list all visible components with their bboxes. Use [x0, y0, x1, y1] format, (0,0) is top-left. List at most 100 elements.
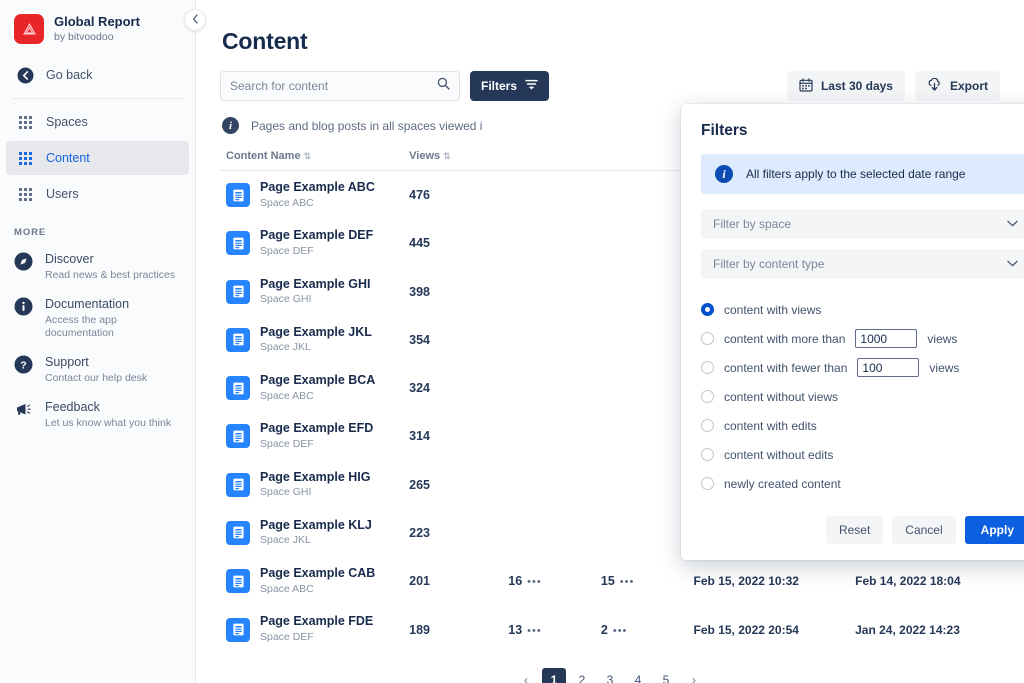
date-range-button[interactable]: Last 30 days	[786, 71, 905, 101]
svg-text:?: ?	[20, 360, 26, 372]
radio-button[interactable]	[701, 448, 714, 461]
cell-content-name[interactable]: Page Example HIG Space GHI	[220, 461, 403, 509]
filter-by-content-type-select[interactable]: Filter by content type	[701, 249, 1024, 279]
sort-icon: ⇅	[443, 151, 451, 161]
content-name-label: Page Example EFD	[260, 421, 374, 436]
views-value: 476	[409, 188, 430, 203]
radio-button[interactable]	[701, 477, 714, 490]
sidebar-item-content[interactable]: Content	[6, 141, 189, 175]
page-document-icon	[226, 231, 250, 256]
cell-content-name[interactable]: Page Example CAB Space ABC	[220, 557, 403, 605]
pagination-prev-button[interactable]: ‹	[514, 668, 538, 683]
sidebar-item-spaces[interactable]: Spaces	[6, 105, 189, 139]
filter-option-value-input[interactable]	[857, 358, 920, 377]
sidebar-item-support[interactable]: ? Support Contact our help desk	[0, 347, 195, 392]
search-input[interactable]	[230, 79, 437, 93]
filter-by-space-select[interactable]: Filter by space	[701, 209, 1024, 239]
cell-last-viewed: Feb 15, 2022 20:54	[688, 605, 850, 653]
pagination-page-3[interactable]: 3	[598, 668, 622, 683]
cell-content-name[interactable]: Page Example FDE Space DEF	[220, 605, 403, 653]
column-header-views[interactable]: Views ⇅	[403, 146, 503, 171]
app-root: Global Report by bitvoodoo Go back Space…	[0, 0, 1024, 683]
sidebar-more-heading: MORE	[14, 227, 47, 238]
edits-more-icon[interactable]: •••	[613, 625, 628, 637]
cell-content-name[interactable]: Page Example KLJ Space JKL	[220, 509, 403, 557]
content-name-label: Page Example GHI	[260, 276, 371, 291]
reset-button[interactable]: Reset	[825, 516, 884, 544]
cell-last-viewed: Feb 15, 2022 10:32	[688, 557, 850, 605]
grid-icon	[16, 187, 34, 201]
radio-button[interactable]	[701, 361, 714, 374]
viewers-more-icon[interactable]: •••	[527, 576, 542, 588]
column-header-viewers[interactable]	[502, 146, 595, 171]
last-modified-value: Jan 24, 2022 14:23	[855, 622, 960, 637]
sidebar-documentation-desc: Access the app documentation	[45, 313, 117, 340]
search-box[interactable]	[220, 71, 460, 101]
column-header-content-name[interactable]: Content Name ⇅	[220, 146, 404, 171]
cell-content-name[interactable]: Page Example EFD Space DEF	[220, 412, 403, 460]
filter-option-4[interactable]: content with edits	[701, 411, 1024, 440]
content-name-label: Page Example KLJ	[260, 517, 372, 532]
arrow-left-circle-icon	[16, 67, 34, 84]
page-document-icon	[226, 569, 250, 594]
cell-content-name[interactable]: Page Example DEF Space DEF	[220, 219, 403, 267]
sidebar-item-go-back[interactable]: Go back	[6, 58, 189, 92]
chevron-down-icon	[1007, 219, 1018, 230]
cell-content-name[interactable]: Page Example GHI Space GHI	[220, 268, 403, 316]
cell-views: 201	[403, 557, 502, 605]
filter-option-0[interactable]: content with views	[701, 295, 1024, 324]
radio-button[interactable]	[701, 419, 714, 432]
sidebar-item-feedback[interactable]: Feedback Let us know what you think	[0, 392, 195, 437]
pagination-page-4[interactable]: 4	[626, 668, 650, 683]
viewers-more-icon[interactable]: •••	[527, 625, 542, 637]
sidebar-footer	[0, 674, 195, 683]
content-space-label: Space JKL	[260, 341, 311, 354]
filter-option-value-input[interactable]	[855, 329, 918, 348]
pagination-page-2[interactable]: 2	[570, 668, 594, 683]
export-button[interactable]: Export	[914, 71, 1000, 101]
views-value: 324	[409, 381, 430, 396]
brand[interactable]: Global Report by bitvoodoo	[0, 0, 195, 56]
cell-content-name[interactable]: Page Example JKL Space JKL	[220, 316, 403, 364]
column-header-edits[interactable]	[594, 146, 688, 171]
edits-more-icon[interactable]: •••	[620, 576, 635, 588]
filter-option-1[interactable]: content with more than views	[701, 324, 1024, 353]
radio-button[interactable]	[701, 332, 714, 345]
search-icon	[437, 77, 450, 95]
info-circle-icon: i	[222, 117, 239, 134]
cell-viewers	[502, 364, 595, 412]
filter-option-6[interactable]: newly created content	[701, 469, 1024, 498]
cell-content-name[interactable]: Page Example BCA Space ABC	[220, 364, 403, 412]
apply-button[interactable]: Apply	[964, 516, 1024, 544]
sidebar-item-documentation[interactable]: Documentation Access the app documentati…	[0, 289, 195, 347]
content-space-label: Space DEF	[260, 244, 314, 257]
page-document-icon	[226, 424, 250, 449]
column-header-views-label: Views	[409, 150, 441, 162]
filter-option-label: content without views	[724, 389, 839, 404]
pagination-page-1[interactable]: 1	[542, 667, 566, 683]
pagination-page-5[interactable]: 5	[654, 668, 678, 683]
sidebar-collapse-button[interactable]	[184, 9, 206, 31]
cell-views: 324	[403, 364, 502, 412]
radio-button[interactable]	[701, 303, 714, 316]
filters-button[interactable]: Filters	[470, 71, 550, 101]
content-space-label: Space ABC	[260, 389, 314, 402]
cell-viewers	[502, 219, 595, 267]
filters-modal-actions: Reset Cancel Apply	[701, 498, 1024, 544]
sidebar-item-discover[interactable]: Discover Read news & best practices	[0, 244, 195, 289]
compass-icon	[14, 250, 34, 283]
table-row[interactable]: Page Example CAB Space ABC 201 16 ••• 15 ••• Fe…	[220, 557, 1000, 605]
content-space-label: Space GHI	[260, 486, 312, 499]
filter-option-3[interactable]: content without views	[701, 382, 1024, 411]
filter-option-label: content with more than	[724, 331, 846, 346]
filter-option-2[interactable]: content with fewer than views	[701, 353, 1024, 382]
table-row[interactable]: Page Example FDE Space DEF 189 13 ••• 2 ••• Feb…	[220, 605, 1000, 653]
cancel-button[interactable]: Cancel	[892, 516, 956, 544]
filter-option-5[interactable]: content without edits	[701, 440, 1024, 469]
cell-edits	[595, 171, 688, 220]
cell-viewers	[502, 412, 595, 460]
pagination-next-button[interactable]: ›	[682, 668, 706, 683]
sidebar-item-users[interactable]: Users	[6, 177, 189, 211]
cell-content-name[interactable]: Page Example ABC Space ABC	[220, 171, 403, 220]
radio-button[interactable]	[701, 390, 714, 403]
